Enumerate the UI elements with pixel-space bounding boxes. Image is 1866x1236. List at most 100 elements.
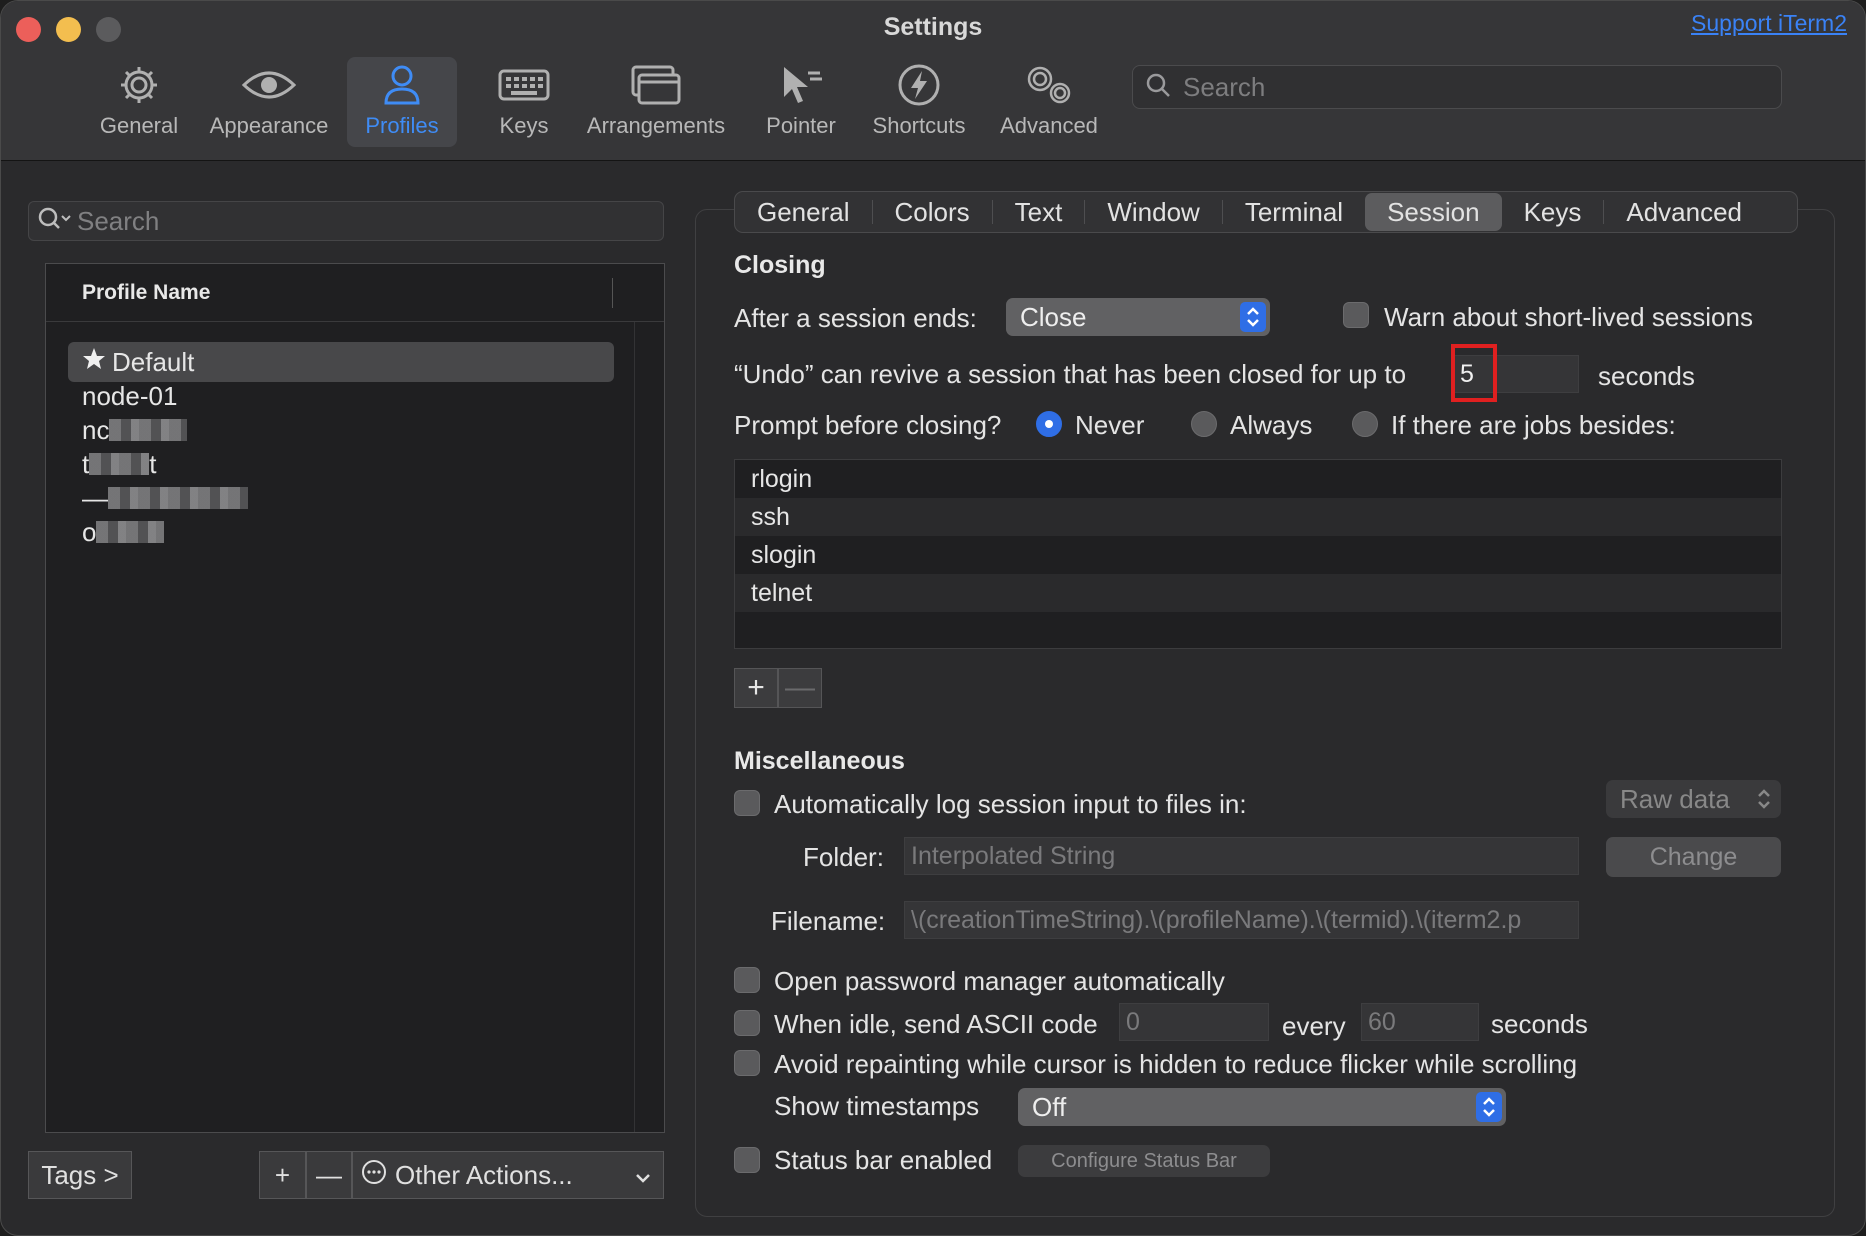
tab-advanced[interactable]: Advanced: [1604, 193, 1764, 231]
list-item[interactable]: ssh: [735, 498, 1781, 536]
remove-profile-button[interactable]: —: [306, 1151, 352, 1199]
warn-short-lived-checkbox[interactable]: [1343, 302, 1369, 328]
profile-tabs: General Colors Text Window Terminal Sess…: [734, 191, 1798, 233]
configure-status-bar-label: Configure Status Bar: [1051, 1149, 1237, 1172]
tab-general[interactable]: General: [735, 193, 872, 231]
closing-section-title: Closing: [734, 251, 826, 279]
toolbar-pointer[interactable]: Pointer: [756, 57, 846, 147]
profile-name: nc: [82, 414, 110, 445]
toolbar-shortcuts[interactable]: Shortcuts: [864, 57, 974, 147]
support-iterm2-link[interactable]: Support iTerm2: [1691, 10, 1847, 37]
password-manager-checkbox[interactable]: [734, 967, 760, 993]
toolbar-arrangements[interactable]: Arrangements: [581, 57, 731, 147]
add-label: +: [274, 1159, 291, 1190]
add-job-button[interactable]: +: [734, 668, 778, 708]
updown-chevron-icon: [1751, 784, 1777, 814]
toolbar-keys[interactable]: Keys: [479, 57, 569, 147]
redacted-text: [96, 521, 165, 543]
tab-window[interactable]: Window: [1085, 193, 1221, 231]
idle-interval-field[interactable]: 60: [1361, 1003, 1479, 1041]
auto-log-label: Automatically log session input to files…: [774, 789, 1247, 819]
profile-list-scrollbar[interactable]: [634, 322, 664, 1132]
popup-value: Raw data: [1620, 783, 1730, 814]
other-actions-menu[interactable]: Other Actions...: [352, 1151, 664, 1199]
idle-send-checkbox[interactable]: [734, 1010, 760, 1036]
column-header-label: Profile Name: [82, 280, 211, 304]
status-bar-checkbox[interactable]: [734, 1147, 760, 1173]
redacted-text: [109, 419, 188, 441]
avoid-repaint-checkbox[interactable]: [734, 1050, 760, 1076]
change-button-label: Change: [1649, 842, 1738, 871]
profile-search-field[interactable]: Search: [28, 201, 664, 241]
prompt-jobs-label: If there are jobs besides:: [1391, 410, 1676, 440]
toolbar-appearance[interactable]: Appearance: [204, 57, 334, 147]
windows-icon: [630, 57, 682, 113]
idle-ascii-code-field[interactable]: 0: [1119, 1003, 1269, 1041]
undo-label: “Undo” can revive a session that has bee…: [734, 359, 1407, 389]
toolbar-profiles[interactable]: Profiles: [347, 57, 457, 147]
profile-name: node-01: [82, 380, 178, 411]
settings-window: Settings Support iTerm2 General Appearan…: [0, 0, 1866, 1236]
misc-section-title: Miscellaneous: [734, 747, 905, 775]
toolbar: Settings Support iTerm2 General Appearan…: [1, 1, 1865, 161]
profile-name: o: [82, 516, 97, 547]
status-bar-label: Status bar enabled: [774, 1145, 993, 1175]
person-icon: [382, 57, 422, 113]
add-profile-button[interactable]: +: [259, 1151, 306, 1199]
toolbar-general[interactable]: General: [94, 57, 184, 147]
search-placeholder: Search: [1183, 71, 1266, 102]
keyboard-icon: [498, 57, 550, 113]
prompt-always-label: Always: [1230, 410, 1313, 440]
tab-text[interactable]: Text: [993, 193, 1085, 231]
filename-field[interactable]: \(creationTimeString).\(profileName).\(t…: [904, 901, 1579, 939]
remove-job-button[interactable]: —: [778, 668, 822, 708]
profile-name-column-header[interactable]: Profile Name: [46, 264, 664, 322]
profile-name: t: [82, 448, 90, 479]
auto-log-checkbox[interactable]: [734, 790, 760, 816]
show-timestamps-label: Show timestamps: [774, 1091, 980, 1121]
prompt-never-radio[interactable]: [1036, 411, 1062, 437]
toolbar-label: General: [99, 113, 179, 138]
profile-name: Default: [112, 346, 195, 377]
toolbar-label: Advanced: [1000, 113, 1098, 138]
ellipsis-circle-icon: [361, 1159, 387, 1192]
list-item[interactable]: rlogin: [735, 460, 1781, 498]
chevron-down-icon: [633, 1164, 653, 1195]
undo-unit-label: seconds: [1598, 361, 1695, 391]
show-timestamps-popup[interactable]: Off: [1018, 1088, 1506, 1126]
change-folder-button[interactable]: Change: [1606, 837, 1781, 877]
updown-chevron-icon: [1476, 1092, 1502, 1122]
toolbar-label: Arrangements: [586, 113, 726, 138]
list-item[interactable]: slogin: [735, 536, 1781, 574]
profile-name-suffix: t: [149, 448, 157, 479]
toolbar-label: Keys: [499, 113, 549, 138]
column-separator: [612, 278, 613, 308]
tab-terminal[interactable]: Terminal: [1223, 193, 1365, 231]
folder-label: Folder:: [803, 842, 884, 872]
after-session-ends-popup[interactable]: Close: [1006, 298, 1270, 336]
folder-field[interactable]: Interpolated String: [904, 837, 1579, 875]
profile-row[interactable]: o: [68, 512, 614, 552]
remove-label: —: [316, 1159, 342, 1190]
eye-icon: [241, 57, 297, 113]
popup-value: Off: [1032, 1091, 1067, 1122]
tab-session[interactable]: Session: [1365, 193, 1502, 231]
search-filter-icon: [37, 206, 73, 237]
redacted-text: [108, 487, 248, 509]
pointer-icon: [778, 57, 824, 113]
other-actions-label: Other Actions...: [395, 1159, 573, 1190]
tab-keys[interactable]: Keys: [1502, 193, 1604, 231]
toolbar-search-field[interactable]: Search: [1132, 65, 1782, 109]
list-item[interactable]: telnet: [735, 574, 1781, 612]
prompt-always-radio[interactable]: [1191, 411, 1217, 437]
configure-status-bar-button[interactable]: Configure Status Bar: [1018, 1145, 1270, 1177]
toolbar-label: Profiles: [365, 113, 439, 138]
tab-colors[interactable]: Colors: [873, 193, 992, 231]
log-format-popup[interactable]: Raw data: [1606, 780, 1781, 818]
add-label: +: [747, 671, 765, 704]
search-icon: [1145, 72, 1171, 103]
tags-button[interactable]: Tags >: [28, 1151, 132, 1199]
toolbar-advanced[interactable]: Advanced: [994, 57, 1104, 147]
highlight-box: [1451, 344, 1497, 402]
prompt-jobs-radio[interactable]: [1352, 411, 1378, 437]
